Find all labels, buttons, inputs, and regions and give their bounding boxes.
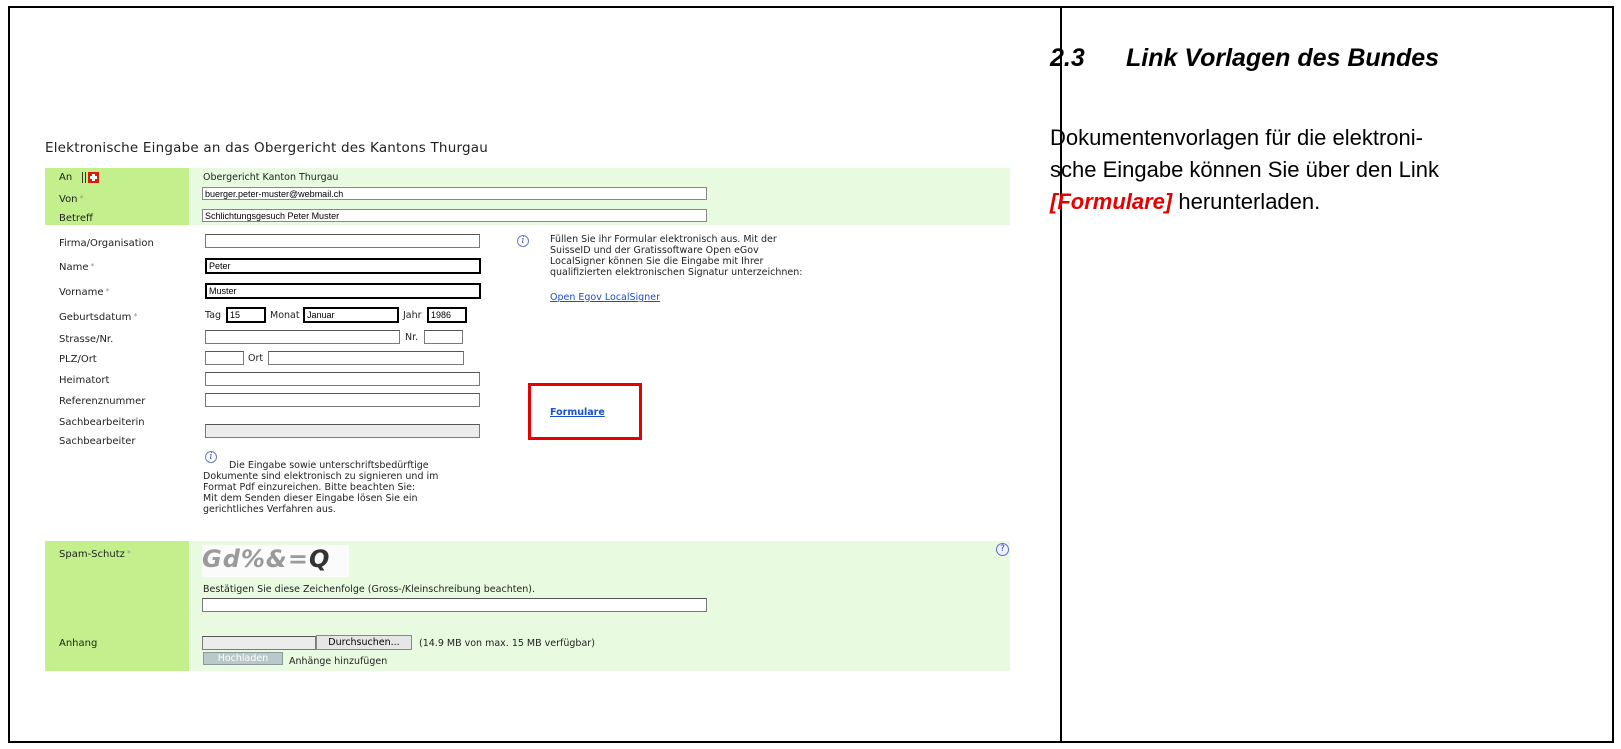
heimatort-field[interactable]: [205, 372, 480, 386]
jahr-field[interactable]: 1986: [427, 307, 467, 323]
tag-field[interactable]: 15: [226, 307, 266, 323]
open-egov-localsigner-link[interactable]: Open Egov LocalSigner: [550, 292, 660, 303]
plz-label: PLZ/Ort: [59, 354, 97, 365]
jahr-label: Jahr: [403, 310, 422, 321]
an-label: An: [59, 172, 73, 183]
referenz-field[interactable]: [205, 393, 480, 407]
tag-label: Tag: [205, 310, 222, 321]
formulare-link[interactable]: Formulare: [550, 407, 605, 418]
von-label: Von *: [59, 194, 84, 205]
sachbearbeiter-field[interactable]: [205, 424, 480, 438]
column-divider: [1060, 6, 1062, 743]
body-line-3: [Formulare] herunterladen.: [1050, 189, 1321, 214]
firma-field[interactable]: [205, 234, 480, 248]
captcha-instruction: Bestätigen Sie diese Zeichenfolge (Gross…: [203, 584, 536, 595]
nr-field[interactable]: [424, 330, 463, 344]
vorname-field[interactable]: Muster: [205, 283, 481, 299]
name-label: Name *: [59, 262, 95, 273]
note-text: Dokumente sind elektronisch zu signieren…: [203, 471, 439, 515]
add-attachments-text: Anhänge hinzufügen: [289, 656, 388, 667]
referenz-label: Referenznummer: [59, 396, 146, 407]
betreff-label: Betreff: [59, 213, 93, 224]
von-field[interactable]: buerger.peter-muster@webmail.ch: [202, 187, 707, 200]
quota-text: (14.9 MB von max. 15 MB verfügbar): [419, 638, 595, 649]
formulare-reference: [Formulare]: [1050, 189, 1173, 214]
heimatort-label: Heimatort: [59, 375, 110, 386]
ort-field[interactable]: [268, 351, 464, 365]
info-icon: i: [517, 235, 529, 247]
captcha-field[interactable]: [202, 598, 707, 612]
upload-button[interactable]: Hochladen: [203, 652, 283, 665]
section-number: 2.3: [1050, 44, 1085, 72]
monat-label: Monat: [270, 310, 300, 321]
monat-field[interactable]: Januar: [303, 307, 399, 323]
strasse-label: Strasse/Nr.: [59, 334, 114, 345]
anhang-label: Anhang: [59, 638, 98, 649]
swiss-flag-icon: [88, 172, 99, 183]
body-line-2: sche Eingabe können Sie über den Link: [1050, 157, 1439, 182]
note-line-1: Die Eingabe sowie unterschriftsbedürftig…: [229, 460, 429, 471]
spam-label-column: [45, 541, 189, 671]
spam-label: Spam-Schutz *: [59, 549, 131, 560]
section-title: Link Vorlagen des Bundes: [1126, 44, 1440, 72]
browse-button[interactable]: Durchsuchen...: [316, 635, 412, 650]
file-path-field[interactable]: [202, 636, 316, 650]
firma-label: Firma/Organisation: [59, 238, 154, 249]
sachbearbeiterin-label: Sachbearbeiterin: [59, 417, 145, 428]
nr-label: Nr.: [405, 332, 419, 343]
sachbearbeiter-label: Sachbearbeiter: [59, 436, 136, 447]
address-book-icon[interactable]: [82, 172, 86, 183]
geburtsdatum-label: Geburtsdatum *: [59, 312, 138, 323]
strasse-field[interactable]: [205, 330, 400, 344]
body-line-1: Dokumentenvorlagen für die elektroni-: [1050, 125, 1423, 150]
help-icon[interactable]: ?: [996, 543, 1009, 556]
captcha-image: Gd%&=Q: [202, 545, 349, 577]
note-info-icon: i: [205, 451, 217, 463]
ort-label: Ort: [248, 353, 264, 364]
vorname-label: Vorname *: [59, 287, 110, 298]
betreff-field[interactable]: Schlichtungsgesuch Peter Muster: [202, 209, 707, 222]
name-field[interactable]: Peter: [205, 258, 481, 274]
an-value: Obergericht Kanton Thurgau: [203, 172, 339, 183]
plz-field[interactable]: [205, 351, 244, 365]
form-title: Elektronische Eingabe an das Obergericht…: [45, 140, 488, 156]
section-heading: 2.3 Link Vorlagen des Bundes: [1050, 44, 1439, 73]
section-body: Dokumentenvorlagen für die elektroni- sc…: [1050, 122, 1590, 218]
signature-info-text: Füllen Sie ihr Formular elektronisch aus…: [550, 234, 803, 278]
